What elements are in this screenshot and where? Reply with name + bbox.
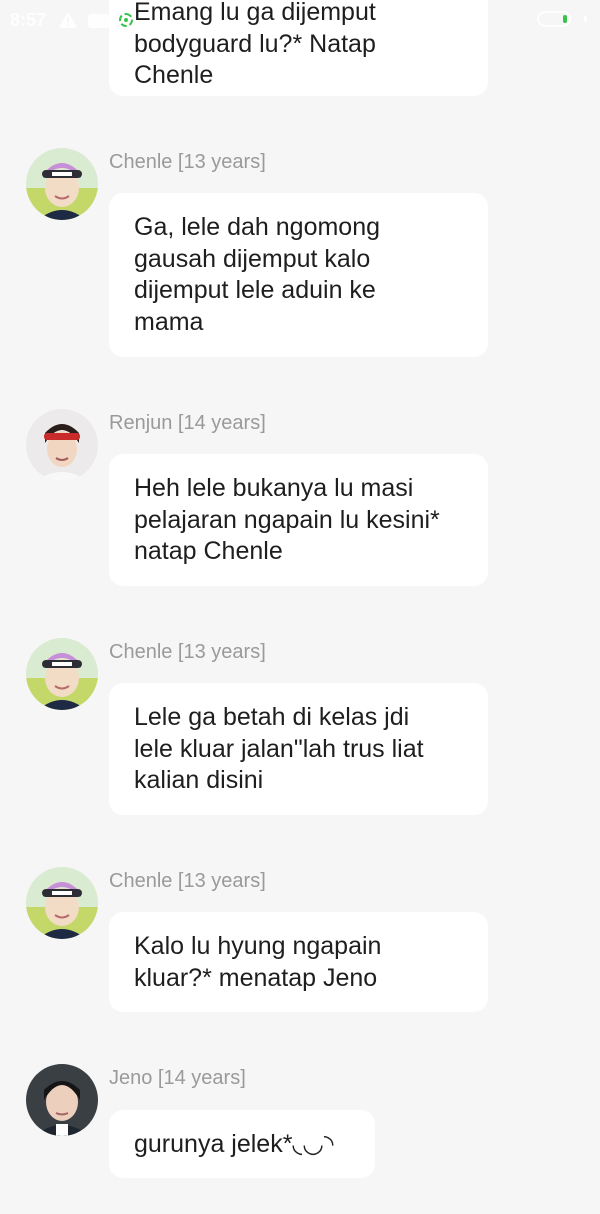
- youtube-icon: [88, 14, 110, 28]
- message-line: gausah dijemput kalo: [134, 244, 371, 273]
- message-line: kluar?* menatap Jeno: [134, 963, 378, 992]
- sender-name: Chenle [13 years]: [109, 151, 266, 173]
- sender-name: Jeno [14 years]: [109, 1067, 246, 1089]
- message-bubble[interactable]: Heh lele bukanya lu masi pelajaran ngapa…: [109, 454, 488, 586]
- message-line: pelajaran ngapain lu kesini*: [134, 505, 440, 534]
- message-line: dijemput lele aduin ke: [134, 276, 376, 304]
- chenle-avatar[interactable]: [26, 867, 98, 939]
- message-bubble[interactable]: Lele ga betah di kelas jdi lele kluar ja…: [109, 683, 488, 815]
- message-bubble[interactable]: Ga, lele dah ngomong gausah dijemput kal…: [109, 193, 488, 357]
- sender-name: Chenle [13 years]: [109, 641, 266, 663]
- message-bubble[interactable]: Kalo lu hyung ngapain kluar?* menatap Je…: [109, 912, 488, 1012]
- message-line: kalian disini: [134, 766, 264, 794]
- battery-tip: [584, 16, 587, 22]
- status-time: 8:57: [10, 10, 47, 30]
- battery-icon: [537, 11, 571, 27]
- message-bubble[interactable]: Emang lu ga dijemput bodyguard lu?* Nata…: [109, 0, 488, 96]
- chenle-avatar[interactable]: [26, 638, 98, 710]
- renjun-avatar[interactable]: [26, 409, 98, 481]
- message-line: gurunya jelek*◟◡◝: [134, 1130, 334, 1158]
- battery-level: [563, 15, 567, 23]
- message-line: Lele ga betah di kelas jdi: [134, 703, 410, 731]
- message-line: bodyguard lu?* Natap: [134, 29, 376, 58]
- message-line: natap Chenle: [134, 537, 283, 565]
- chenle-avatar[interactable]: [26, 148, 98, 220]
- message-line: lele kluar jalan"lah trus liat: [134, 734, 424, 763]
- sender-name: Renjun [14 years]: [109, 412, 266, 434]
- sender-name: Chenle [13 years]: [109, 870, 266, 892]
- message-line: Kalo lu hyung ngapain: [134, 932, 382, 960]
- message-line: Ga, lele dah ngomong: [134, 213, 381, 241]
- message-bubble[interactable]: gurunya jelek*◟◡◝: [109, 1110, 375, 1178]
- message-line: mama: [134, 307, 204, 336]
- message-line: Chenle: [134, 61, 214, 89]
- jeno-avatar[interactable]: [26, 1064, 98, 1136]
- message-line: Heh lele bukanya lu masi: [134, 474, 414, 502]
- warning-icon: [59, 12, 77, 28]
- message-line: Emang lu ga dijemput: [134, 0, 376, 26]
